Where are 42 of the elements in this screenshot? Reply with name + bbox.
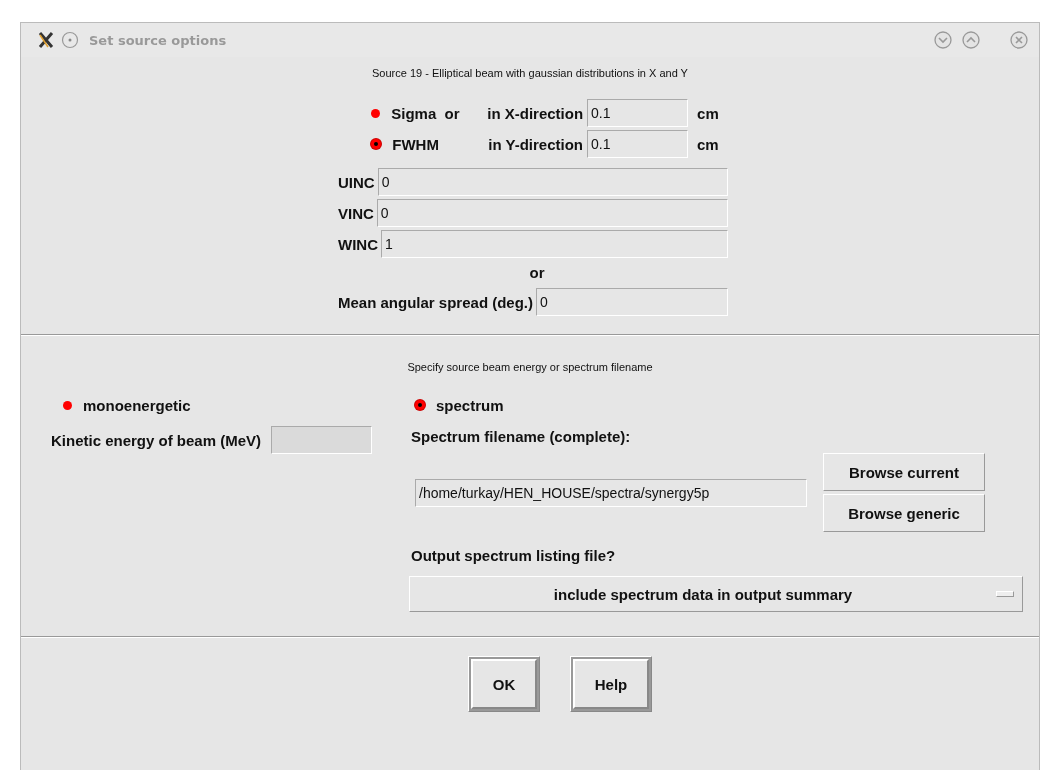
dropdown-indicator-icon xyxy=(996,591,1014,597)
input-field[interactable]: 1 xyxy=(381,230,728,258)
radio-label[interactable]: Sigma or xyxy=(391,104,488,122)
field-label: Spectrum filename (complete): xyxy=(411,428,632,445)
field-label: Kinetic energy of beam (MeV) xyxy=(51,431,262,449)
input-field[interactable] xyxy=(271,426,373,454)
close-icon[interactable] xyxy=(1009,30,1029,50)
radio-button[interactable] xyxy=(371,108,381,118)
x-logo-icon xyxy=(37,31,55,49)
radio-label[interactable]: spectrum xyxy=(436,396,504,414)
input-field[interactable]: 0.1 xyxy=(587,130,688,158)
minimize-icon[interactable] xyxy=(933,30,953,50)
field-label: in Y-direction xyxy=(488,135,583,153)
radio-button[interactable] xyxy=(63,400,72,410)
window-menu-icon[interactable] xyxy=(61,31,79,49)
dialog-button[interactable]: Help xyxy=(570,656,652,712)
input-field[interactable]: 0 xyxy=(377,168,728,196)
unit-label: cm xyxy=(697,135,719,153)
field-label: in X-direction xyxy=(487,104,584,122)
radio-label[interactable]: monoenergetic xyxy=(83,396,191,414)
field-label: Mean angular spread (deg.) xyxy=(338,293,534,311)
input-field[interactable]: /home/turkay/HEN_HOUSE/spectra/synergy5p xyxy=(415,478,807,507)
unit-label: cm xyxy=(697,104,719,122)
radio-label[interactable]: FWHM xyxy=(392,135,489,153)
or-label: or xyxy=(528,263,546,283)
section-title: Specify source beam energy or spectrum filename xyxy=(406,360,654,373)
field-label: Output spectrum listing file? xyxy=(411,547,617,564)
input-field[interactable]: 0 xyxy=(376,199,728,227)
input-field[interactable]: 0 xyxy=(536,288,728,316)
field-label: WINC xyxy=(338,235,378,253)
radio-button[interactable] xyxy=(415,400,425,410)
dropdown[interactable]: include spectrum data in output summary xyxy=(409,576,1023,612)
window-title: Set source options xyxy=(89,32,227,48)
section-title: Source 19 - Elliptical beam with gaussian distributions in X and Y xyxy=(372,66,688,79)
dialog-button[interactable]: OK xyxy=(468,656,540,712)
radio-button[interactable] xyxy=(371,139,382,149)
browse-button[interactable]: Browse generic xyxy=(823,494,985,532)
input-field[interactable]: 0.1 xyxy=(587,99,689,127)
field-label: VINC xyxy=(338,204,374,222)
field-label: UINC xyxy=(338,173,375,191)
browse-button[interactable]: Browse current xyxy=(823,453,985,491)
maximize-icon[interactable] xyxy=(961,30,981,50)
